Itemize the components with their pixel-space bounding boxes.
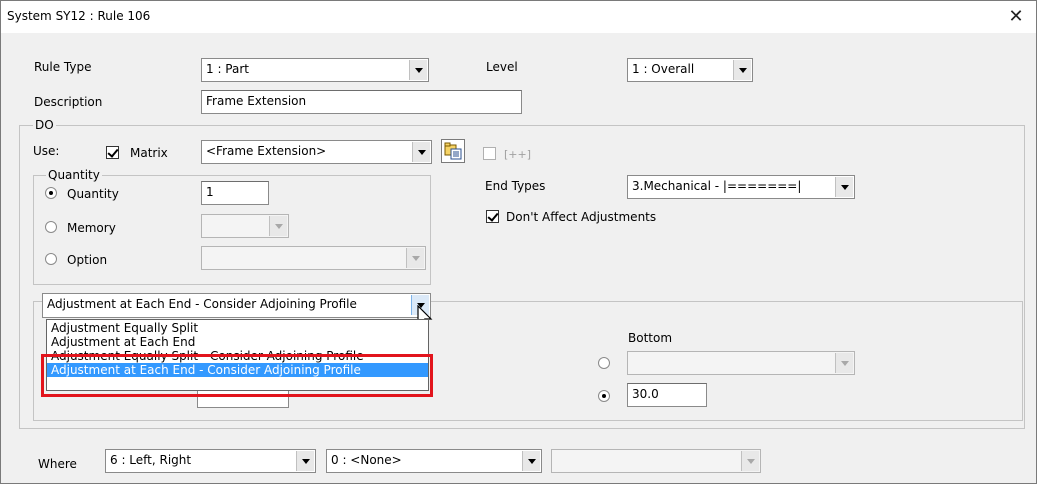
rule-dialog: System SY12 : Rule 106 ✕ Rule Type 1 : P…	[0, 0, 1037, 484]
quantity-field[interactable]: 1	[201, 181, 269, 205]
end-types-combo[interactable]: 3.Mechanical - |=======|	[627, 175, 855, 199]
memory-radio[interactable]	[45, 221, 57, 233]
chevron-down-icon	[269, 216, 287, 236]
open-folder-icon	[444, 142, 462, 160]
dropdown-option[interactable]: Adjustment Equally Split	[47, 321, 428, 335]
bottom-value-field[interactable]: 30.0	[627, 383, 707, 407]
where-label: Where	[38, 457, 77, 471]
chevron-down-icon	[406, 248, 424, 268]
where-combo-side-value: 6 : Left, Right	[110, 453, 192, 467]
quantity-radio-label: Quantity	[67, 187, 119, 201]
matrix-label: Matrix	[130, 146, 168, 160]
rule-type-combo[interactable]: 1 : Part	[201, 58, 429, 82]
memory-combo[interactable]	[201, 214, 289, 238]
bottom-radio-empty[interactable]	[598, 357, 610, 369]
quantity-group-legend: Quantity	[46, 168, 102, 182]
bottom-label: Bottom	[628, 331, 673, 345]
do-group-legend: DO	[33, 118, 56, 132]
chevron-down-icon	[835, 353, 853, 373]
matrix-checkbox[interactable]	[106, 146, 119, 159]
level-label: Level	[486, 60, 518, 74]
plus-label: [++]	[504, 148, 532, 161]
level-value: 1 : Overall	[632, 62, 695, 76]
chevron-down-icon[interactable]	[409, 60, 427, 80]
chevron-down-icon[interactable]	[733, 60, 751, 80]
matrix-combo-value: <Frame Extension>	[206, 144, 327, 158]
window-title: System SY12 : Rule 106	[7, 9, 151, 23]
use-label: Use:	[33, 144, 60, 158]
dont-affect-label: Don't Affect Adjustments	[506, 210, 657, 224]
memory-radio-label: Memory	[67, 221, 116, 235]
description-field[interactable]: Frame Extension	[201, 90, 522, 114]
chevron-down-icon[interactable]	[412, 142, 430, 162]
annotation-highlight	[41, 354, 433, 397]
dont-affect-checkbox[interactable]	[486, 210, 499, 223]
adjustment-combo[interactable]: Adjustment at Each End - Consider Adjoin…	[42, 293, 431, 318]
description-label: Description	[34, 95, 103, 109]
where-combo-condition-value: 0 : <None>	[331, 453, 402, 467]
adjustment-combo-value: Adjustment at Each End - Consider Adjoin…	[47, 297, 357, 311]
option-radio-label: Option	[67, 253, 108, 267]
level-combo[interactable]: 1 : Overall	[627, 58, 753, 82]
end-types-label: End Types	[485, 179, 546, 193]
plus-checkbox[interactable]	[483, 147, 496, 160]
rule-type-label: Rule Type	[34, 60, 92, 74]
bottom-combo[interactable]	[627, 351, 855, 375]
end-types-value: 3.Mechanical - |=======|	[632, 179, 802, 193]
bottom-radio-value[interactable]	[598, 390, 610, 402]
where-combo-extra[interactable]	[551, 449, 761, 473]
title-bar: System SY12 : Rule 106 ✕	[1, 1, 1036, 33]
open-matrix-button[interactable]	[441, 139, 465, 163]
option-radio[interactable]	[45, 253, 57, 265]
where-combo-side[interactable]: 6 : Left, Right	[105, 449, 316, 473]
chevron-down-icon	[741, 451, 759, 471]
rule-type-value: 1 : Part	[206, 62, 249, 76]
chevron-down-icon[interactable]	[835, 177, 853, 197]
quantity-radio[interactable]	[45, 187, 57, 199]
option-combo[interactable]	[201, 246, 426, 270]
where-combo-condition[interactable]: 0 : <None>	[326, 449, 542, 473]
dropdown-option[interactable]: Adjustment at Each End	[47, 335, 428, 349]
matrix-combo[interactable]: <Frame Extension>	[201, 140, 432, 164]
close-icon[interactable]: ✕	[996, 1, 1036, 33]
chevron-down-icon[interactable]	[296, 451, 314, 471]
chevron-down-icon[interactable]	[522, 451, 540, 471]
